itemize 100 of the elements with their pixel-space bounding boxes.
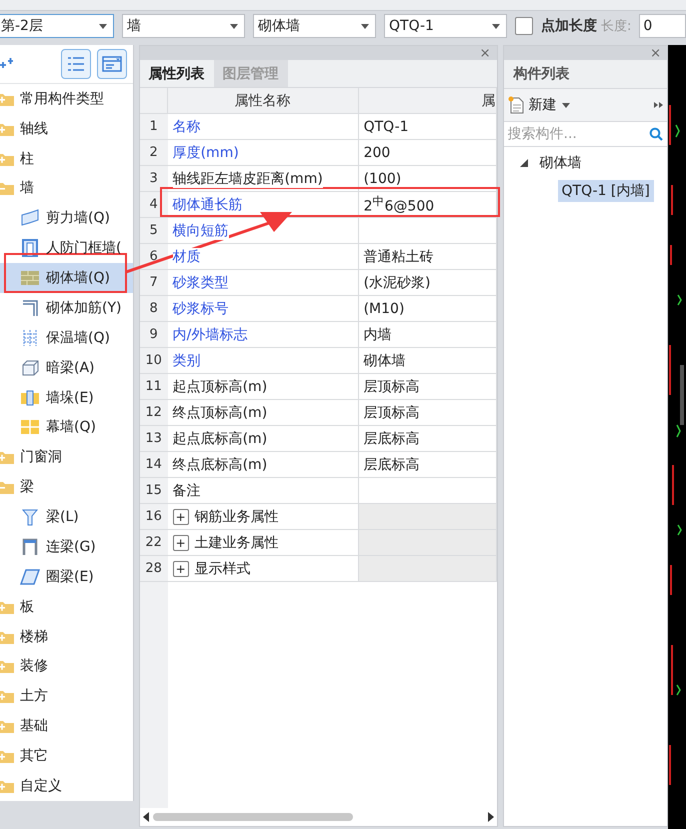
tree-item[interactable]: 幕墙(Q) <box>0 412 133 442</box>
dropdown[interactable]: 第-2层 <box>0 14 114 38</box>
caret-icon <box>361 24 369 28</box>
property-name[interactable]: + 显示样式 <box>168 556 359 582</box>
brick-wall-icon <box>20 270 40 286</box>
caret-icon <box>99 24 107 28</box>
tree-item[interactable]: QTQ-1 [内墙] <box>558 180 654 202</box>
tree-item[interactable]: 其它 <box>0 741 133 771</box>
checkbox[interactable] <box>515 17 533 35</box>
property-value[interactable]: 层顶标高 <box>358 400 496 426</box>
row-number: 12 <box>140 400 168 426</box>
property-value[interactable]: 砌体墙 <box>358 348 496 374</box>
tree-item[interactable]: 门窗洞 <box>0 442 133 472</box>
property-value[interactable]: (水泥砂浆) <box>358 270 496 296</box>
property-value[interactable]: 内墙 <box>358 322 496 348</box>
row-number: 14 <box>140 452 168 478</box>
property-name: 名称 <box>168 114 359 140</box>
tree-item[interactable]: 土方 <box>0 681 133 712</box>
caret-icon <box>230 24 238 28</box>
beam-section-icon <box>20 508 40 526</box>
scroll-right-icon[interactable] <box>488 812 494 822</box>
row-number: 22 <box>140 530 168 556</box>
property-name[interactable]: + 土建业务属性 <box>168 530 359 556</box>
tree-item[interactable]: 基础 <box>0 711 133 742</box>
panel-title: 构件列表 <box>504 60 667 89</box>
tree-item[interactable]: 梁 <box>0 472 133 502</box>
tree-item[interactable]: 墙垛(E) <box>0 382 133 412</box>
tree-item[interactable]: 砌体加筋(Y) <box>0 292 133 323</box>
tree-item[interactable]: 保温墙(Q) <box>0 322 133 353</box>
door-frame-icon <box>20 239 40 258</box>
window-icon <box>102 56 122 72</box>
property-value[interactable]: (100) <box>358 166 496 192</box>
property-name: 砌体通长筋 <box>168 192 359 218</box>
property-value[interactable]: 层底标高 <box>358 426 496 452</box>
property-name: 材质 <box>168 244 359 270</box>
tree-item[interactable]: 砌体墙 <box>536 152 586 174</box>
dropdown[interactable]: 砌体墙 <box>253 14 376 38</box>
property-value[interactable]: 层顶标高 <box>358 374 496 400</box>
tree-item[interactable]: 暗梁(A) <box>0 352 133 383</box>
caret-icon <box>562 102 570 108</box>
tree-item[interactable]: 墙 <box>0 173 133 204</box>
dropdown[interactable]: 墙 <box>122 14 245 38</box>
panel-view-button[interactable] <box>96 48 127 79</box>
tree-item[interactable]: 连梁(G) <box>0 532 133 562</box>
property-value[interactable]: 2$^{中}$6@500 <box>358 192 496 218</box>
table-cell[interactable] <box>358 218 496 244</box>
row-number: 5 <box>140 218 168 244</box>
tree-item[interactable]: 梁(L) <box>0 502 133 532</box>
list-view-button[interactable] <box>60 48 91 79</box>
property-value[interactable]: 层底标高 <box>358 452 496 478</box>
dropdown[interactable]: QTQ-1 <box>384 14 507 38</box>
property-value[interactable]: 普通粘土砖 <box>358 244 496 270</box>
table-cell[interactable] <box>358 478 496 504</box>
property-name: 横向短筋 <box>168 218 359 244</box>
tree-item[interactable]: 轴线 <box>0 114 133 144</box>
row-number: 10 <box>140 348 168 374</box>
search-icon <box>649 127 663 141</box>
property-name: 起点底标高(m) <box>168 426 359 452</box>
property-value[interactable]: QTQ-1 <box>358 114 496 140</box>
property-name: 备注 <box>168 478 359 504</box>
close-button[interactable]: × <box>650 46 661 60</box>
tree-item[interactable]: 剪力墙(Q) <box>0 203 133 234</box>
property-name: 厚度(mm) <box>168 140 359 166</box>
expand-toggle[interactable]: + <box>172 534 189 550</box>
new-document-icon <box>508 96 524 114</box>
column-header: 属 <box>358 88 496 114</box>
tree-item[interactable]: 砌体墙(Q) <box>0 263 133 293</box>
row-number: 11 <box>140 374 168 400</box>
property-name[interactable]: + 钢筋业务属性 <box>168 504 359 530</box>
ring-beam-icon <box>20 568 40 586</box>
property-name: 终点顶标高(m) <box>168 400 359 426</box>
tree-item[interactable]: 人防门框墙( <box>0 233 133 264</box>
property-value[interactable]: (M10) <box>358 296 496 322</box>
sparkle-icon <box>0 58 14 70</box>
scroll-left-icon[interactable] <box>142 812 149 822</box>
row-number: 8 <box>140 296 168 322</box>
list-icon <box>66 56 85 72</box>
property-name: 轴线距左墙皮距离(mm) <box>168 166 359 192</box>
row-number: 1 <box>140 114 168 140</box>
expand-more-icon[interactable] <box>654 101 663 109</box>
tree-item[interactable]: 常用构件类型 <box>0 84 133 114</box>
close-button[interactable]: × <box>480 46 490 60</box>
row-number: 15 <box>140 478 168 504</box>
expand-toggle[interactable]: + <box>172 560 189 576</box>
tree-item[interactable]: 楼梯 <box>0 622 133 652</box>
property-name: 起点顶标高(m) <box>168 374 359 400</box>
row-number: 7 <box>140 270 168 296</box>
expand-toggle[interactable]: + <box>172 508 189 524</box>
property-value[interactable]: 200 <box>358 140 496 166</box>
scrollbar-thumb[interactable] <box>152 813 353 821</box>
tree-item[interactable]: 装修 <box>0 651 133 682</box>
tree-item[interactable]: 板 <box>0 592 133 622</box>
property-name: 终点底标高(m) <box>168 452 359 478</box>
column-header: 属性名称 <box>168 88 359 114</box>
tree-item[interactable]: 自定义 <box>0 770 133 801</box>
row-number: 2 <box>140 140 168 166</box>
expand-triangle-icon[interactable] <box>520 159 528 167</box>
tree-item[interactable]: 柱 <box>0 144 133 174</box>
tree-item[interactable]: 圈梁(E) <box>0 562 133 592</box>
curtain-wall-icon <box>20 418 40 436</box>
